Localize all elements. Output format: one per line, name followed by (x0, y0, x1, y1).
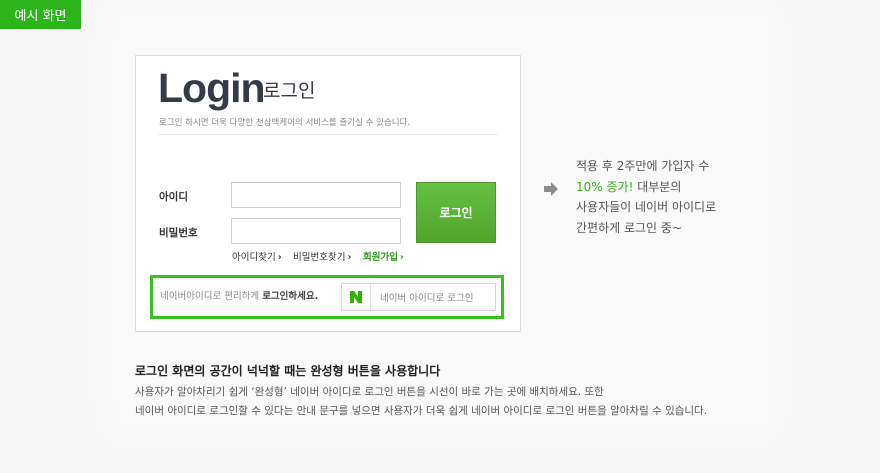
find-id-label: 아이디찾기 (232, 252, 276, 263)
bottom-desc-line1: 사용자가 알아차리기 쉽게 ‘완성형’ 네이버 아이디로 로그인 버튼을 시선이… (135, 386, 604, 398)
naver-promo-text: 네이버아이디로 편리하게 로그인하세요. (160, 290, 318, 303)
naver-login-label: 네이버 아이디로 로그인 (380, 293, 474, 304)
naver-promo-prefix: 네이버아이디로 편리하게 (160, 291, 263, 302)
example-screen-label: 예시 화면 (14, 9, 67, 24)
password-input[interactable] (231, 218, 401, 244)
side-note-line2-rest: 대부분의 (633, 179, 682, 194)
chevron-right-icon: › (399, 252, 404, 263)
naver-promo-bold: 로그인하세요. (262, 291, 319, 302)
login-button-label: 로그인 (439, 206, 473, 220)
naver-logo-icon (342, 284, 371, 310)
side-note-line1: 적용 후 2주만에 가입자 수 (576, 159, 710, 173)
bottom-heading: 로그인 화면의 공간이 넉넉할 때는 완성형 버튼을 사용합니다 (135, 364, 441, 378)
password-label: 비밀번호 (159, 227, 198, 239)
id-label: 아이디 (159, 191, 188, 203)
side-note-highlight: 10% 증가! (576, 179, 634, 194)
login-title: Login (158, 65, 266, 111)
find-password-link[interactable]: 비밀번호찾기 › (293, 252, 351, 264)
find-password-label: 비밀번호찾기 (293, 252, 346, 263)
example-screen-tag: 예시 화면 (0, 0, 81, 29)
chevron-right-icon: › (347, 252, 352, 263)
chevron-right-icon: › (277, 252, 282, 263)
side-note: 적용 후 2주만에 가입자 수 10% 증가! 대부분의 사용자들이 네이버 아… (576, 156, 716, 238)
login-description: 로그인 하시면 더욱 다양한 천삼백케이의 서비스를 즐기실 수 있습니다. (159, 118, 411, 128)
bottom-desc-line2: 네이버 아이디로 로그인할 수 있다는 안내 문구를 넣으면 사용자가 더욱 쉽… (135, 405, 708, 417)
naver-login-button[interactable]: 네이버 아이디로 로그인 (341, 283, 496, 311)
signup-label: 회원가입 (363, 252, 398, 263)
side-note-line2: 10% 증가! 대부분의 (576, 177, 716, 198)
find-id-link[interactable]: 아이디찾기 › (232, 252, 282, 264)
login-button[interactable]: 로그인 (416, 182, 496, 243)
signup-link[interactable]: 회원가입 › (363, 252, 404, 264)
arrow-right-icon (544, 182, 558, 196)
title-divider (159, 134, 497, 135)
id-input[interactable] (231, 182, 401, 208)
side-note-line4: 간편하게 로그인 중~ (576, 220, 683, 235)
side-note-line3: 사용자들이 네이버 아이디로 (576, 200, 717, 214)
login-subtitle: 로그인 (263, 80, 316, 102)
bottom-description: 사용자가 알아차리기 쉽게 ‘완성형’ 네이버 아이디로 로그인 버튼을 시선이… (135, 383, 707, 421)
